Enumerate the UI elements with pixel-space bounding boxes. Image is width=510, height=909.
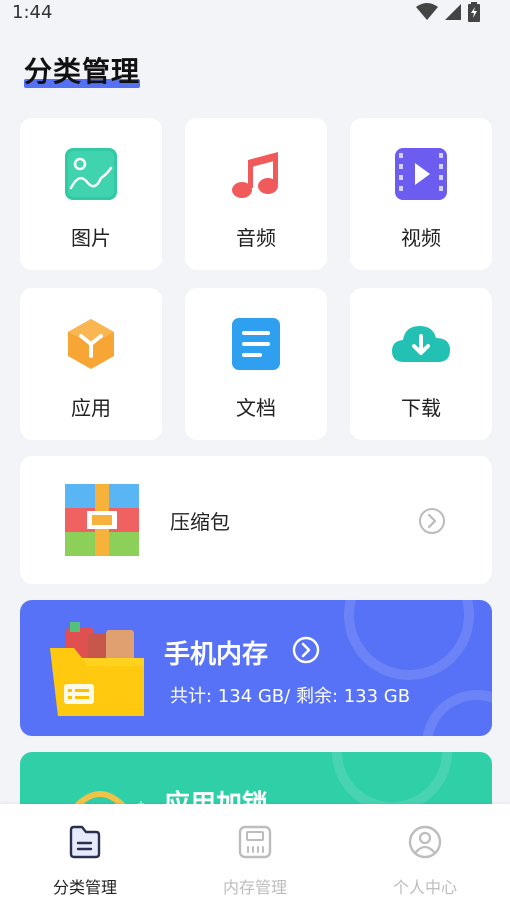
category-label: 视频 bbox=[401, 226, 441, 250]
battery-icon bbox=[468, 2, 480, 22]
bottom-tab-bar: 分类管理 内存管理 个人中心 bbox=[0, 804, 510, 909]
category-tile-video[interactable]: 视频 bbox=[350, 118, 492, 270]
category-label: 图片 bbox=[71, 226, 111, 250]
archive-icon bbox=[65, 484, 139, 556]
category-label: 应用 bbox=[71, 396, 111, 420]
wifi-icon bbox=[416, 3, 438, 20]
status-icons bbox=[416, 2, 480, 22]
tab-label: 内存管理 bbox=[222, 878, 287, 897]
document-icon bbox=[232, 318, 280, 370]
status-bar: 1:44 bbox=[0, 0, 510, 26]
storage-title: 手机内存 bbox=[164, 640, 269, 670]
decor-ring bbox=[332, 752, 452, 812]
chevron-right-icon bbox=[419, 508, 445, 534]
storage-icon bbox=[238, 825, 272, 859]
category-tile-downloads[interactable]: 下载 bbox=[350, 288, 492, 440]
phone-storage-card[interactable]: 手机内存 共计: 134 GB/ 剩余: 133 GB bbox=[20, 600, 492, 736]
archive-label: 压缩包 bbox=[170, 510, 230, 534]
tab-personal-center[interactable]: 个人中心 bbox=[340, 804, 510, 909]
storage-detail: 共计: 134 GB/ 剩余: 133 GB bbox=[170, 686, 411, 707]
status-time: 1:44 bbox=[12, 2, 53, 23]
app-icon bbox=[68, 319, 114, 369]
category-label: 下载 bbox=[401, 396, 441, 420]
signal-icon bbox=[445, 4, 461, 20]
arrow-right-circle-icon[interactable] bbox=[292, 636, 320, 664]
page-title: 分类管理 bbox=[24, 55, 141, 88]
category-tile-audio[interactable]: 音频 bbox=[185, 118, 327, 270]
video-icon bbox=[395, 148, 447, 200]
tab-memory-management[interactable]: 内存管理 bbox=[170, 804, 340, 909]
category-label: 音频 bbox=[236, 226, 276, 250]
category-tile-documents[interactable]: 文档 bbox=[185, 288, 327, 440]
tab-label: 个人中心 bbox=[392, 878, 457, 897]
music-icon bbox=[232, 152, 278, 198]
profile-icon bbox=[408, 825, 442, 859]
category-tile-images[interactable]: 图片 bbox=[20, 118, 162, 270]
image-icon bbox=[65, 148, 117, 200]
folder-icon bbox=[50, 622, 144, 716]
cloud-download-icon bbox=[392, 326, 450, 362]
decor-ring bbox=[344, 600, 474, 680]
category-label: 文档 bbox=[236, 396, 276, 420]
category-icon bbox=[69, 825, 101, 859]
category-tile-apps[interactable]: 应用 bbox=[20, 288, 162, 440]
page-title-wrap: 分类管理 bbox=[24, 50, 141, 90]
decor-ring bbox=[422, 690, 492, 736]
tab-category-management[interactable]: 分类管理 bbox=[0, 804, 170, 909]
tab-label: 分类管理 bbox=[52, 878, 117, 897]
archive-row[interactable]: 压缩包 bbox=[20, 456, 492, 584]
